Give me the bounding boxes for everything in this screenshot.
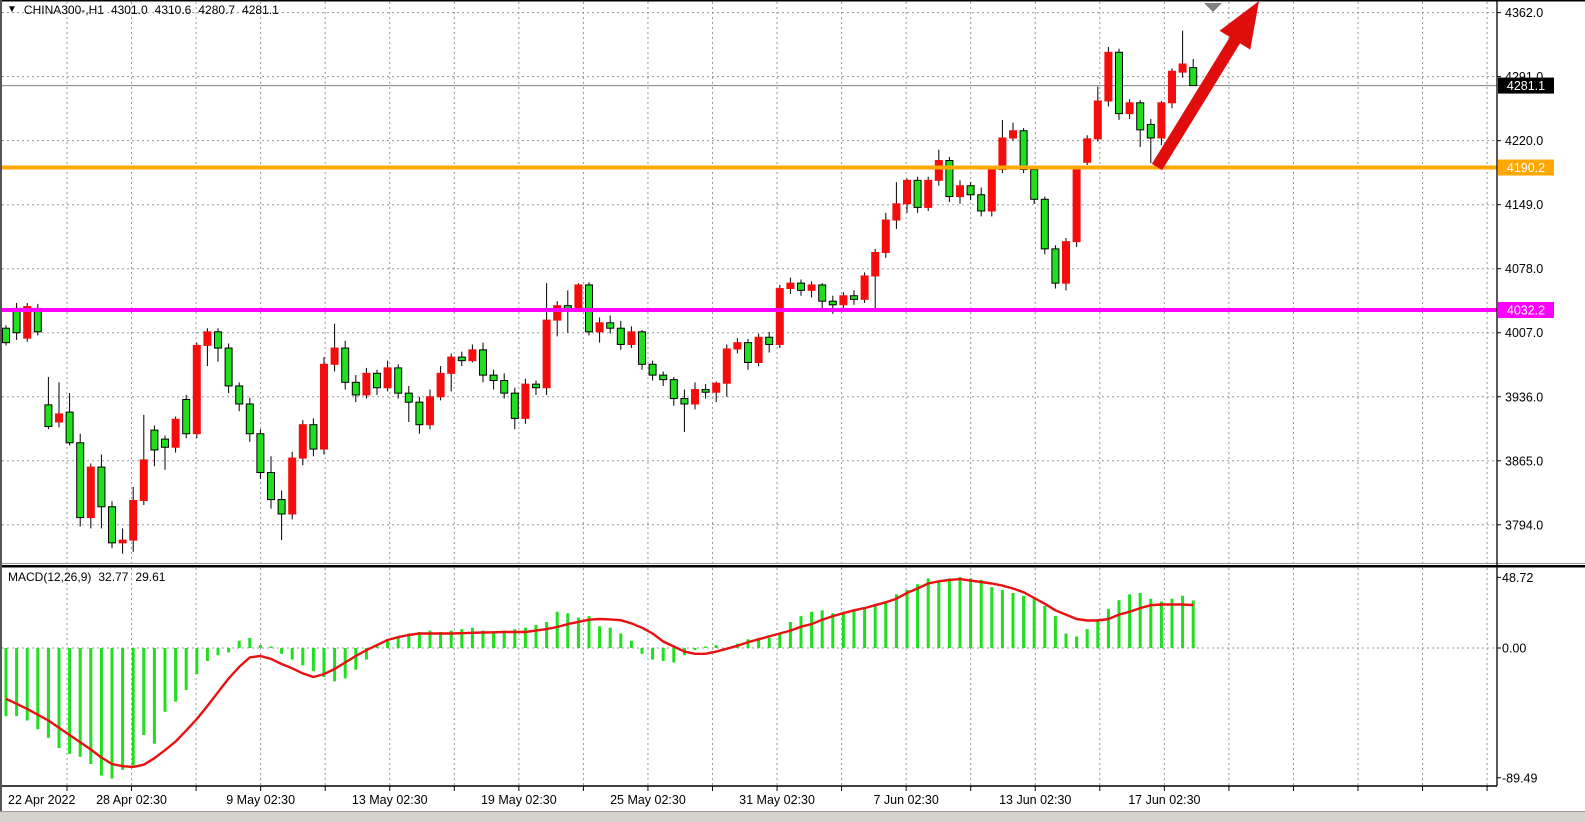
macd-indicator-name: MACD(12,26,9) (8, 570, 91, 584)
ohlc-low: 4280.7 (198, 3, 235, 17)
candles (3, 31, 1197, 554)
macd-tick-label: -89.49 (1502, 771, 1537, 785)
price-tick-label: 4220.0 (1505, 134, 1543, 148)
price-tick-label: 4149.0 (1505, 198, 1543, 212)
current-price-badge: 4281.1 (1507, 79, 1545, 93)
time-axis[interactable]: 22 Apr 2022 28 Apr 02:30 9 May 02:30 13 May… (8, 786, 1487, 807)
trading-chart-window: 4362.04291.04220.04149.04078.04007.03936… (0, 0, 1585, 822)
support-badge: 4032.2 (1507, 304, 1545, 318)
ohlc-high: 4310.6 (155, 3, 192, 17)
price-tick-label: 3794.0 (1505, 518, 1543, 532)
price-tick-label: 4007.0 (1505, 326, 1543, 340)
macd-label: MACD(12,26,9) 32.77 29.61 (8, 570, 165, 584)
time-tick-label: 9 May 02:30 (226, 793, 295, 807)
macd-signal-value: 29.61 (135, 570, 165, 584)
chart-canvas[interactable]: 4362.04291.04220.04149.04078.04007.03936… (0, 0, 1585, 822)
time-tick-label: 13 Jun 02:30 (999, 793, 1071, 807)
macd-tick-label: 0.00 (1502, 642, 1526, 656)
time-tick-label: 19 May 02:30 (481, 793, 557, 807)
time-tick-label: 13 May 02:30 (352, 793, 428, 807)
price-tick-label: 4078.0 (1505, 262, 1543, 276)
symbol-dropdown-icon[interactable]: ▼ (7, 5, 17, 15)
macd-main-value: 32.77 (98, 570, 128, 584)
symbol-period-label: CHINA300-,H1 (24, 3, 104, 17)
time-tick-label: 31 May 02:30 (739, 793, 815, 807)
price-tick-label: 4362.0 (1505, 6, 1543, 20)
macd-signal-line (6, 579, 1193, 767)
vertical-gridlines (67, 2, 1487, 786)
price-tick-label: 3865.0 (1505, 454, 1543, 468)
macd-tick-label: 48.72 (1502, 571, 1533, 585)
ohlc-open: 4301.0 (111, 3, 148, 17)
chart-shift-marker-icon[interactable] (1204, 3, 1222, 12)
ohlc-close: 4281.1 (242, 3, 279, 17)
price-gridlines: 4362.04291.04220.04149.04078.04007.03936… (2, 6, 1543, 532)
time-tick-label: 22 Apr 2022 (8, 793, 75, 807)
time-tick-label: 28 Apr 02:30 (96, 793, 167, 807)
time-tick-label: 17 Jun 02:30 (1128, 793, 1200, 807)
price-tick-label: 3936.0 (1505, 390, 1543, 404)
time-tick-label: 25 May 02:30 (610, 793, 686, 807)
chart-title: ▼ CHINA300-,H1 4301.0 4310.6 4280.7 4281.1 (7, 3, 279, 17)
macd-histogram (5, 577, 1195, 779)
resistance-badge: 4190.2 (1507, 161, 1545, 175)
panel-borders (0, 0, 1585, 822)
time-tick-label: 7 Jun 02:30 (873, 793, 938, 807)
macd-axis: 48.72 0.00 -89.49 (2, 571, 1537, 785)
